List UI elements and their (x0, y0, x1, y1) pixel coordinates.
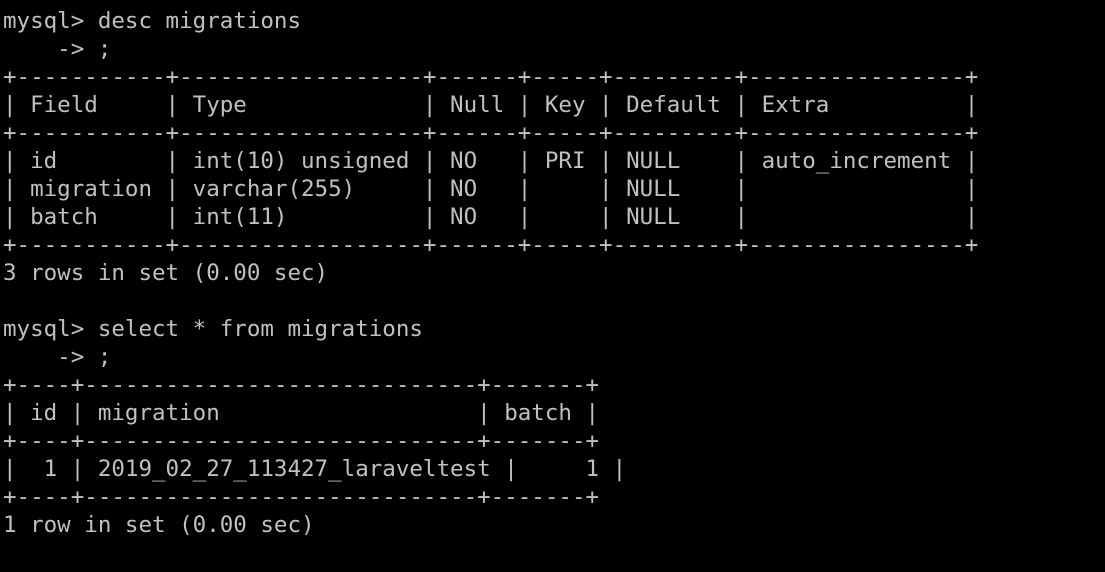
terminal-window[interactable]: mysql> desc migrations -> ; +-----------+… (3, 7, 1103, 567)
select-table-row-1: | 1 | 2019_02_27_113427_laraveltest | 1 … (3, 456, 627, 482)
select-table-bottom-border: +----+-----------------------------+----… (3, 484, 600, 510)
prompt-desc-continuation: -> ; (3, 36, 112, 62)
prompt-select-continuation: -> ; (3, 344, 112, 370)
desc-table-top-border: +-----------+------------------+------+-… (3, 64, 979, 90)
desc-result-summary: 3 rows in set (0.00 sec) (3, 260, 329, 286)
select-table-header-border: +----+-----------------------------+----… (3, 428, 600, 454)
select-table-top-border: +----+-----------------------------+----… (3, 372, 600, 398)
desc-table-header-border: +-----------+------------------+------+-… (3, 120, 979, 146)
select-table-header: | id | migration | batch | (3, 400, 600, 426)
desc-table-row-batch: | batch | int(11) | NO | | NULL | | (3, 204, 979, 230)
desc-table-bottom-border: +-----------+------------------+------+-… (3, 232, 979, 258)
desc-table-row-id: | id | int(10) unsigned | NO | PRI | NUL… (3, 148, 979, 174)
select-result-summary: 1 row in set (0.00 sec) (3, 512, 315, 538)
desc-table-header: | Field | Type | Null | Key | Default | … (3, 92, 979, 118)
prompt-select: mysql> select * from migrations (3, 316, 423, 342)
prompt-desc: mysql> desc migrations (3, 8, 302, 34)
desc-table-row-migration: | migration | varchar(255) | NO | | NULL… (3, 176, 979, 202)
